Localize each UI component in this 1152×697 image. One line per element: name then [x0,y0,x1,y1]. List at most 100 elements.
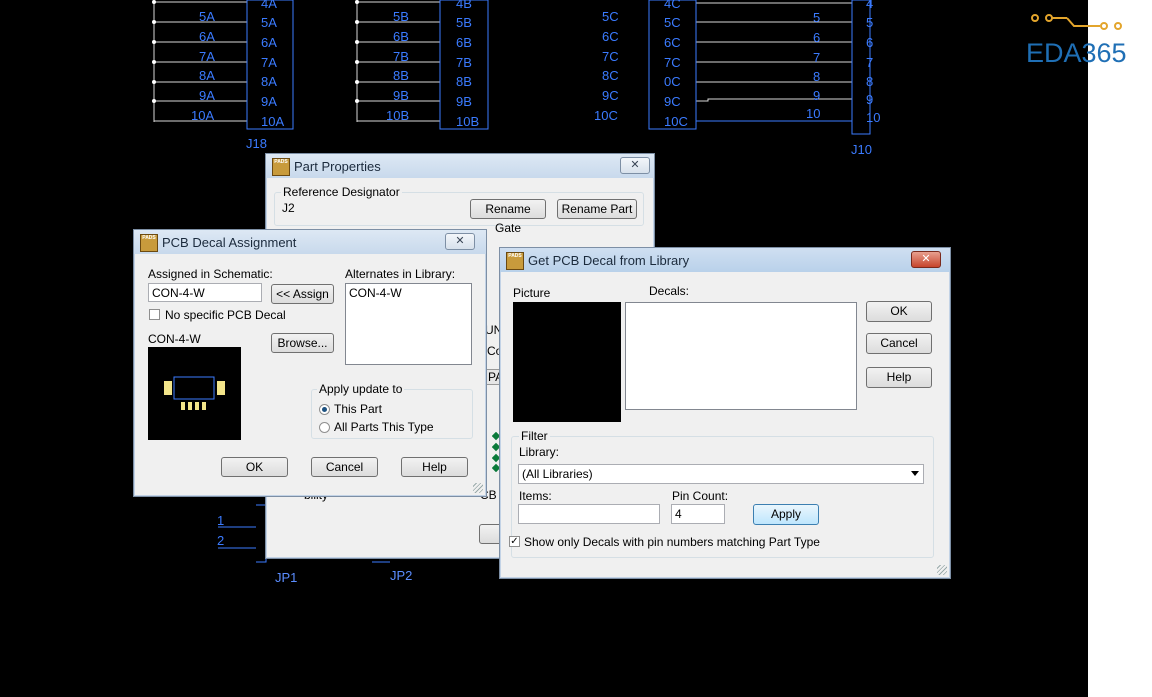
j10-net-label: 7C [602,49,619,64]
get-pcb-decal-dialog: PADS Get PCB Decal from Library ✕ Pictur… [499,247,951,579]
pcb-decal-assignment-titlebar[interactable]: PADS PCB Decal Assignment ✕ [134,230,486,254]
j10-net-label: 5C [602,9,619,24]
resize-grip-icon[interactable] [473,483,483,493]
j10-mid-num: 5 [813,10,821,25]
j10-ref[interactable]: J10 [851,143,872,156]
library-selected-value: (All Libraries) [522,467,593,481]
j18-pin-label: 10A [261,114,285,129]
library-dropdown[interactable]: (All Libraries) [518,464,924,484]
part-properties-title: Part Properties [294,159,381,174]
no-specific-decal-label: No specific PCB Decal [165,308,286,322]
j18-net-label: 8A [199,68,215,83]
this-part-radio[interactable] [319,404,330,415]
mid-net-label: 10B [386,108,410,123]
apply-update-label: Apply update to [317,382,405,396]
j10-net-label: 9C [602,88,619,103]
ok-button[interactable]: OK [221,457,288,477]
browse-button[interactable]: Browse... [271,333,334,353]
close-icon[interactable]: ✕ [445,233,475,250]
j18-pin-label: 6A [261,35,277,50]
mid-pin-label: 9B [456,94,472,109]
pads-app-icon: PADS [272,158,290,176]
close-icon[interactable]: ✕ [911,251,941,268]
j18-ref[interactable]: J18 [246,137,267,150]
j18-pin-label: 8A [261,74,277,89]
list-item[interactable]: CON-4-W [349,286,468,300]
pin-count-label: Pin Count: [672,489,729,503]
show-only-matching-checkbox[interactable]: ✓ [509,536,520,547]
j18-pin-label: 9A [261,94,277,109]
part-properties-titlebar[interactable]: PADS Part Properties ✕ [266,154,654,178]
get-pcb-decal-titlebar[interactable]: PADS Get PCB Decal from Library ✕ [500,248,950,272]
j18-net-label: 9A [199,88,215,103]
decals-label: Decals: [649,284,690,298]
mid-pin-label: 6B [456,35,472,50]
assigned-in-schematic-label: Assigned in Schematic: [148,267,273,281]
items-field[interactable] [518,504,660,524]
j10-net-label: 6C [602,29,619,44]
items-label: Items: [519,489,552,503]
get-pcb-decal-title: Get PCB Decal from Library [528,253,690,268]
j10-pin-label: 10 [866,110,881,125]
chevron-down-icon [911,471,919,476]
j10-inner-label: 6C [664,35,681,50]
assigned-decal-field[interactable]: CON-4-W [148,283,262,302]
jp1-ref[interactable]: JP1 [275,571,297,584]
ok-button[interactable]: OK [866,301,932,322]
pads-app-icon: PADS [140,234,158,252]
decals-listbox[interactable] [625,302,857,410]
all-parts-radio[interactable] [319,422,330,433]
j10-pin-label: 7 [866,55,874,70]
resize-grip-icon[interactable] [937,565,947,575]
reference-designator-value: J2 [282,201,295,215]
j10-inner-label: 10C [664,114,688,129]
jp1-pin-label: 1 [217,513,225,528]
pads-app-icon: PADS [506,252,524,270]
jp2-ref[interactable]: JP2 [390,569,412,582]
mid-net-label: 7B [393,49,409,64]
decal-picture [513,302,621,422]
j10-pin-label: 5 [866,15,874,30]
j10-net-label: 8C [602,68,619,83]
j18-pin-label: 4A [261,0,277,11]
pcb-decal-assignment-title: PCB Decal Assignment [162,235,297,250]
pin-count-field[interactable]: 4 [671,504,725,524]
library-label: Library: [519,445,560,459]
picture-label: Picture [513,286,551,300]
j10-mid-num: 9 [813,88,821,103]
rename-part-button[interactable]: Rename Part [557,199,637,219]
j18-net-label: 6A [199,29,215,44]
j10-inner-label: 9C [664,94,681,109]
j10-pin-label: 6 [866,35,874,50]
rename-gate-button[interactable]: Rename Gate [470,199,546,235]
mid-pin-label: 10B [456,114,480,129]
no-specific-decal-checkbox[interactable] [149,309,160,320]
j18-net-label: 5A [199,9,215,24]
j18-pin-label: 7A [261,55,277,70]
assign-button[interactable]: << Assign [271,284,334,304]
mid-net-label: 5B [393,9,409,24]
j10-pin-label: 4 [866,0,874,11]
eda365-logo-text: EDA365 [1026,38,1127,68]
j10-inner-label: 7C [664,55,681,70]
cancel-button[interactable]: Cancel [866,333,932,354]
help-button[interactable]: Help [401,457,468,477]
jp1-pin-label: 2 [217,533,225,548]
mid-pin-label: 7B [456,55,472,70]
alternates-listbox[interactable]: CON-4-W [345,283,472,365]
decal-preview [148,347,241,440]
filter-label: Filter [519,429,550,443]
close-icon[interactable]: ✕ [620,157,650,174]
mid-net-label: 8B [393,68,409,83]
decal-name-label: CON-4-W [148,332,201,346]
help-button[interactable]: Help [866,367,932,388]
show-only-matching-label: Show only Decals with pin numbers matchi… [524,535,820,549]
cancel-button[interactable]: Cancel [311,457,378,477]
apply-button[interactable]: Apply [753,504,819,525]
j10-mid-num: 7 [813,50,821,65]
j10-mid-num: 6 [813,30,821,45]
right-margin [1088,0,1152,697]
mid-pin-label: 4B [456,0,472,11]
mid-pin-label: 5B [456,15,472,30]
j10-mid-num: 10 [806,106,821,121]
